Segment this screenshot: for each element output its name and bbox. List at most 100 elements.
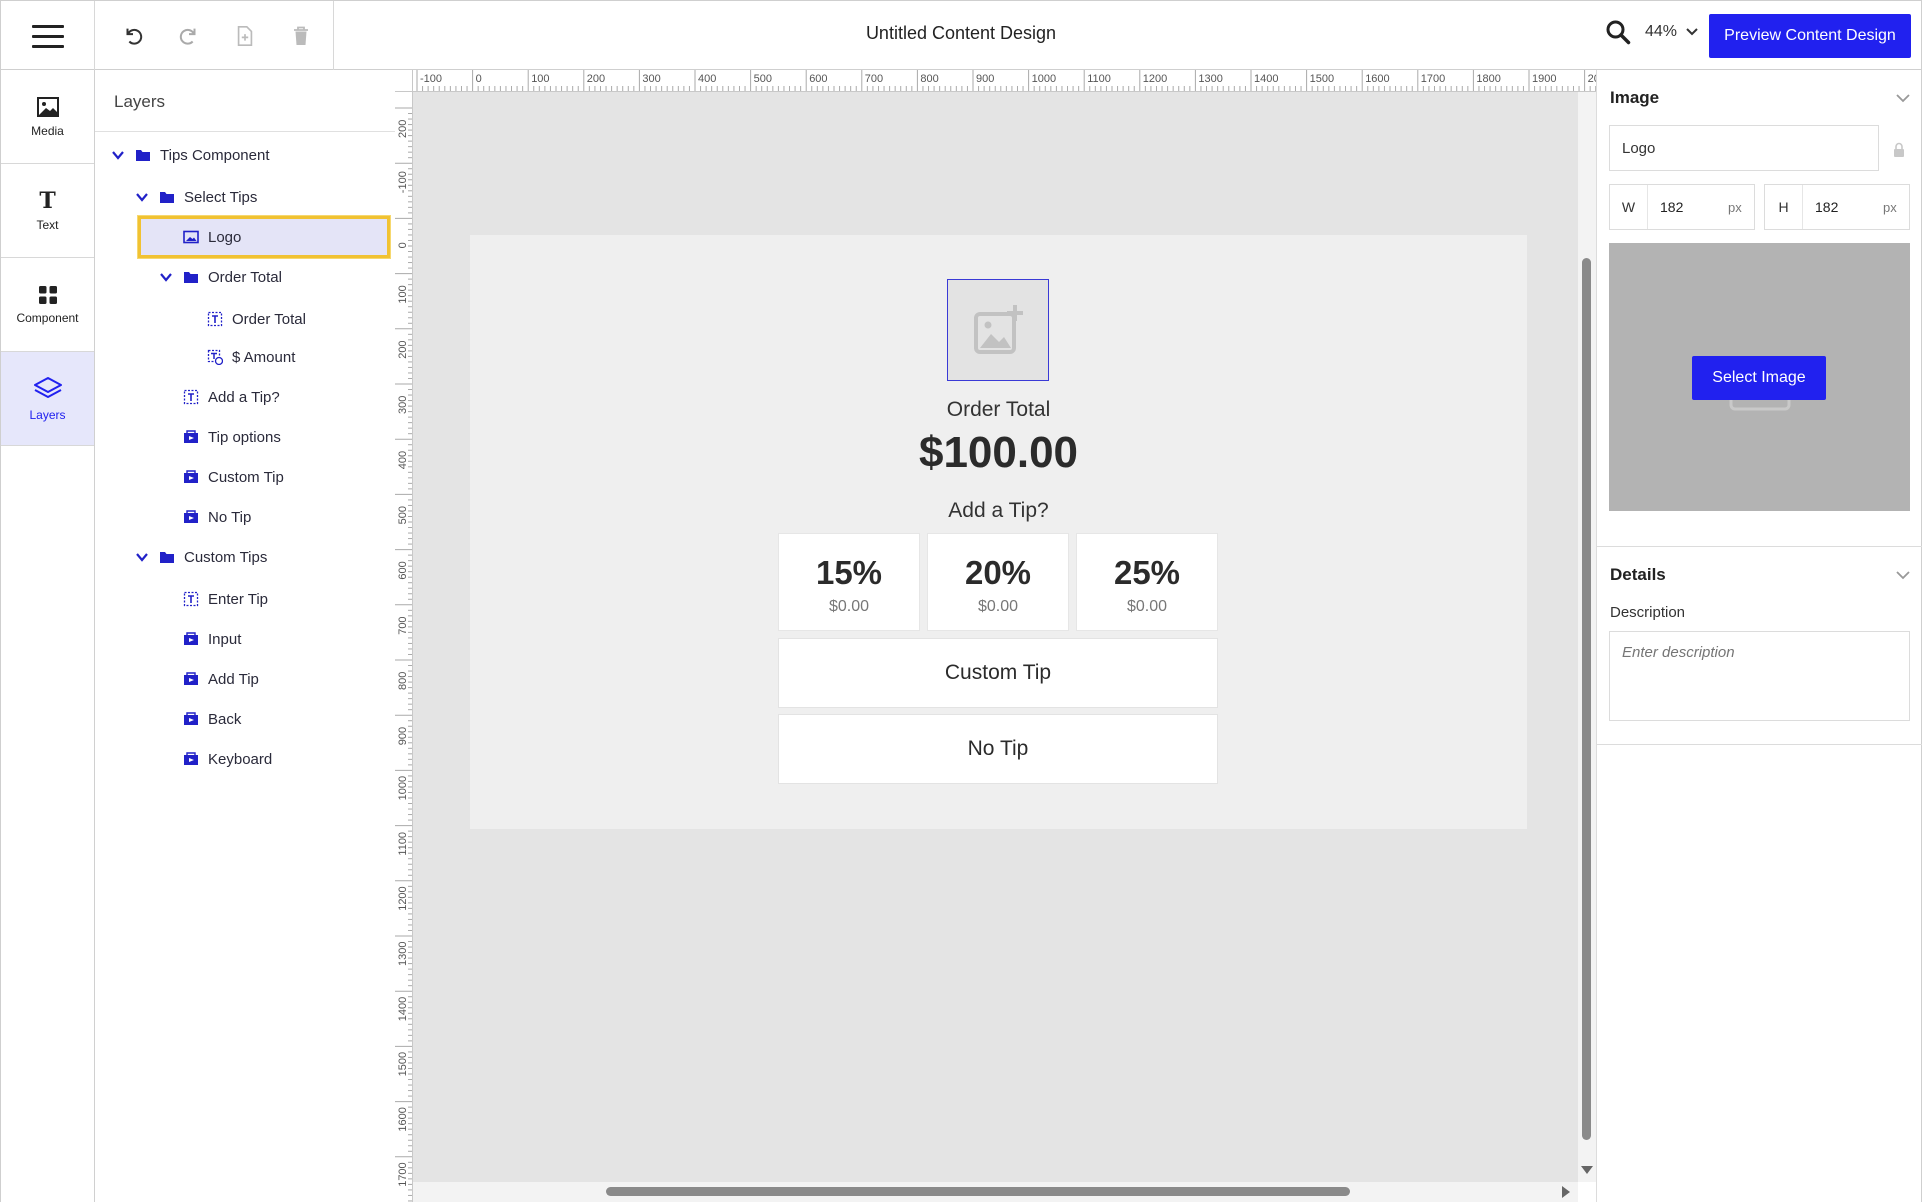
chevron-down-icon[interactable]	[1895, 567, 1911, 583]
lock-icon[interactable]	[1893, 142, 1905, 158]
rail-item-layers[interactable]: Layers	[1, 352, 94, 446]
rail-item-label: Text	[36, 217, 59, 232]
chevron-down-icon	[1686, 28, 1698, 36]
ruler-label: 0	[397, 242, 409, 248]
layer-label: Order Total	[232, 310, 306, 328]
component-layer-icon	[184, 752, 198, 765]
width-field[interactable]: W 182 px	[1609, 184, 1755, 230]
component-icon	[38, 285, 57, 304]
tip-option-15[interactable]: 15% $0.00	[778, 533, 920, 631]
zoom-control[interactable]: 44%	[1605, 19, 1699, 45]
ruler-label: 1700	[1421, 73, 1445, 85]
description-input[interactable]	[1609, 631, 1910, 721]
layer-name-input[interactable]	[1609, 125, 1879, 171]
layer-label: Logo	[208, 228, 242, 246]
tip-option-20[interactable]: 20% $0.00	[927, 533, 1069, 631]
no-tip-button[interactable]: No Tip	[778, 714, 1218, 784]
layer-row[interactable]: Custom Tips	[135, 544, 267, 570]
ruler-label: 700	[865, 73, 883, 85]
height-field[interactable]: H 182 px	[1764, 184, 1910, 230]
layer-label: Keyboard	[208, 750, 273, 768]
horizontal-scroll-thumb[interactable]	[606, 1187, 1350, 1196]
ruler-label: 200	[397, 120, 409, 138]
design-canvas[interactable]: Order Total $100.00 Add a Tip? 15% $0.00…	[413, 92, 1578, 1182]
scroll-right-arrow-icon[interactable]	[1562, 1186, 1570, 1198]
layer-row[interactable]: Order Total	[207, 306, 306, 332]
ruler-label: 1500	[397, 1052, 409, 1076]
layer-row[interactable]: Add Tip	[183, 666, 259, 692]
rail-item-media[interactable]: Media	[1, 70, 94, 164]
ruler-label: 800	[397, 672, 409, 690]
chevron-down-icon[interactable]	[1895, 90, 1911, 106]
section-divider	[1597, 546, 1922, 547]
ruler-label: 900	[976, 73, 994, 85]
layer-label: $ Amount	[232, 348, 296, 366]
chevron-down-icon[interactable]	[135, 550, 149, 564]
ruler-label: 1000	[397, 776, 409, 800]
layer-row[interactable]: Tips Component	[111, 142, 270, 168]
zoom-level: 44%	[1645, 23, 1678, 40]
tip-option-25[interactable]: 25% $0.00	[1076, 533, 1218, 631]
layer-row[interactable]: $ Amount	[207, 344, 295, 370]
tip-amount: $0.00	[1126, 598, 1168, 615]
chevron-down-icon[interactable]	[111, 148, 125, 162]
layer-label: Select Tips	[184, 188, 258, 206]
scroll-down-arrow-icon[interactable]	[1581, 1166, 1593, 1174]
component-layer-icon	[184, 430, 198, 443]
layer-row[interactable]: Add a Tip?	[183, 384, 280, 410]
layer-label: Enter Tip	[208, 590, 269, 608]
add-tip-label[interactable]: Add a Tip?	[470, 499, 1527, 523]
select-image-button[interactable]: Select Image	[1692, 356, 1826, 400]
rail-item-text[interactable]: T Text	[1, 164, 94, 258]
layer-row[interactable]: Keyboard	[183, 746, 272, 772]
component-layer-icon	[184, 510, 198, 523]
ruler-label: -100	[420, 73, 442, 85]
layer-row[interactable]: Input	[183, 626, 241, 652]
ruler-label: 200(	[1588, 73, 1596, 85]
image-preview-area[interactable]: Select Image	[1609, 243, 1910, 511]
ruler-label: 900	[397, 727, 409, 745]
rail-item-label: Layers	[29, 407, 66, 422]
width-label: W	[1610, 185, 1648, 229]
artboard[interactable]: Order Total $100.00 Add a Tip? 15% $0.00…	[470, 235, 1527, 829]
order-total-amount[interactable]: $100.00	[470, 428, 1527, 478]
layer-row[interactable]: Tip options	[183, 424, 281, 450]
add-image-icon	[974, 305, 1023, 354]
folder-icon	[160, 192, 174, 203]
layer-row[interactable]: Order Total	[159, 264, 282, 290]
ruler-corner	[395, 70, 413, 92]
ruler-label: 1100	[397, 832, 409, 856]
ruler-label: 1600	[397, 1107, 409, 1131]
chevron-down-icon[interactable]	[135, 190, 149, 204]
layer-row[interactable]: Select Tips	[135, 184, 257, 210]
chevron-down-icon[interactable]	[159, 270, 173, 284]
ruler-label: 0	[476, 73, 482, 85]
ruler-label: 200	[587, 73, 605, 85]
ruler-label: 300	[642, 73, 660, 85]
layer-row[interactable]: Custom Tip	[183, 464, 284, 490]
ruler-label: 1300	[1198, 73, 1222, 85]
ruler-label: 1200	[397, 886, 409, 910]
component-layer-icon	[184, 712, 198, 725]
vertical-scroll-thumb[interactable]	[1582, 258, 1591, 1140]
height-value[interactable]: 182	[1803, 199, 1883, 215]
layer-row[interactable]: No Tip	[183, 504, 251, 530]
ruler-label: 1500	[1310, 73, 1334, 85]
ruler-label: 1800	[1476, 73, 1500, 85]
custom-tip-button[interactable]: Custom Tip	[778, 638, 1218, 708]
text-layer-icon	[207, 311, 223, 327]
logo-image-placeholder[interactable]	[947, 279, 1049, 381]
height-label: H	[1765, 185, 1803, 229]
layer-row[interactable]: Back	[183, 706, 241, 732]
layer-label: Back	[208, 710, 242, 728]
width-value[interactable]: 182	[1648, 199, 1728, 215]
preview-button[interactable]: Preview Content Design	[1709, 14, 1911, 58]
order-total-label[interactable]: Order Total	[470, 398, 1527, 422]
layer-row[interactable]: Logo	[183, 224, 241, 250]
ruler-label: 1600	[1365, 73, 1389, 85]
layer-row[interactable]: Enter Tip	[183, 586, 268, 612]
ruler-label: 1100	[1087, 73, 1111, 85]
rail-item-component[interactable]: Component	[1, 258, 94, 352]
component-layer-icon	[184, 470, 198, 483]
properties-panel: Image W 182 px H 182 px Select Image Det…	[1596, 70, 1922, 1202]
